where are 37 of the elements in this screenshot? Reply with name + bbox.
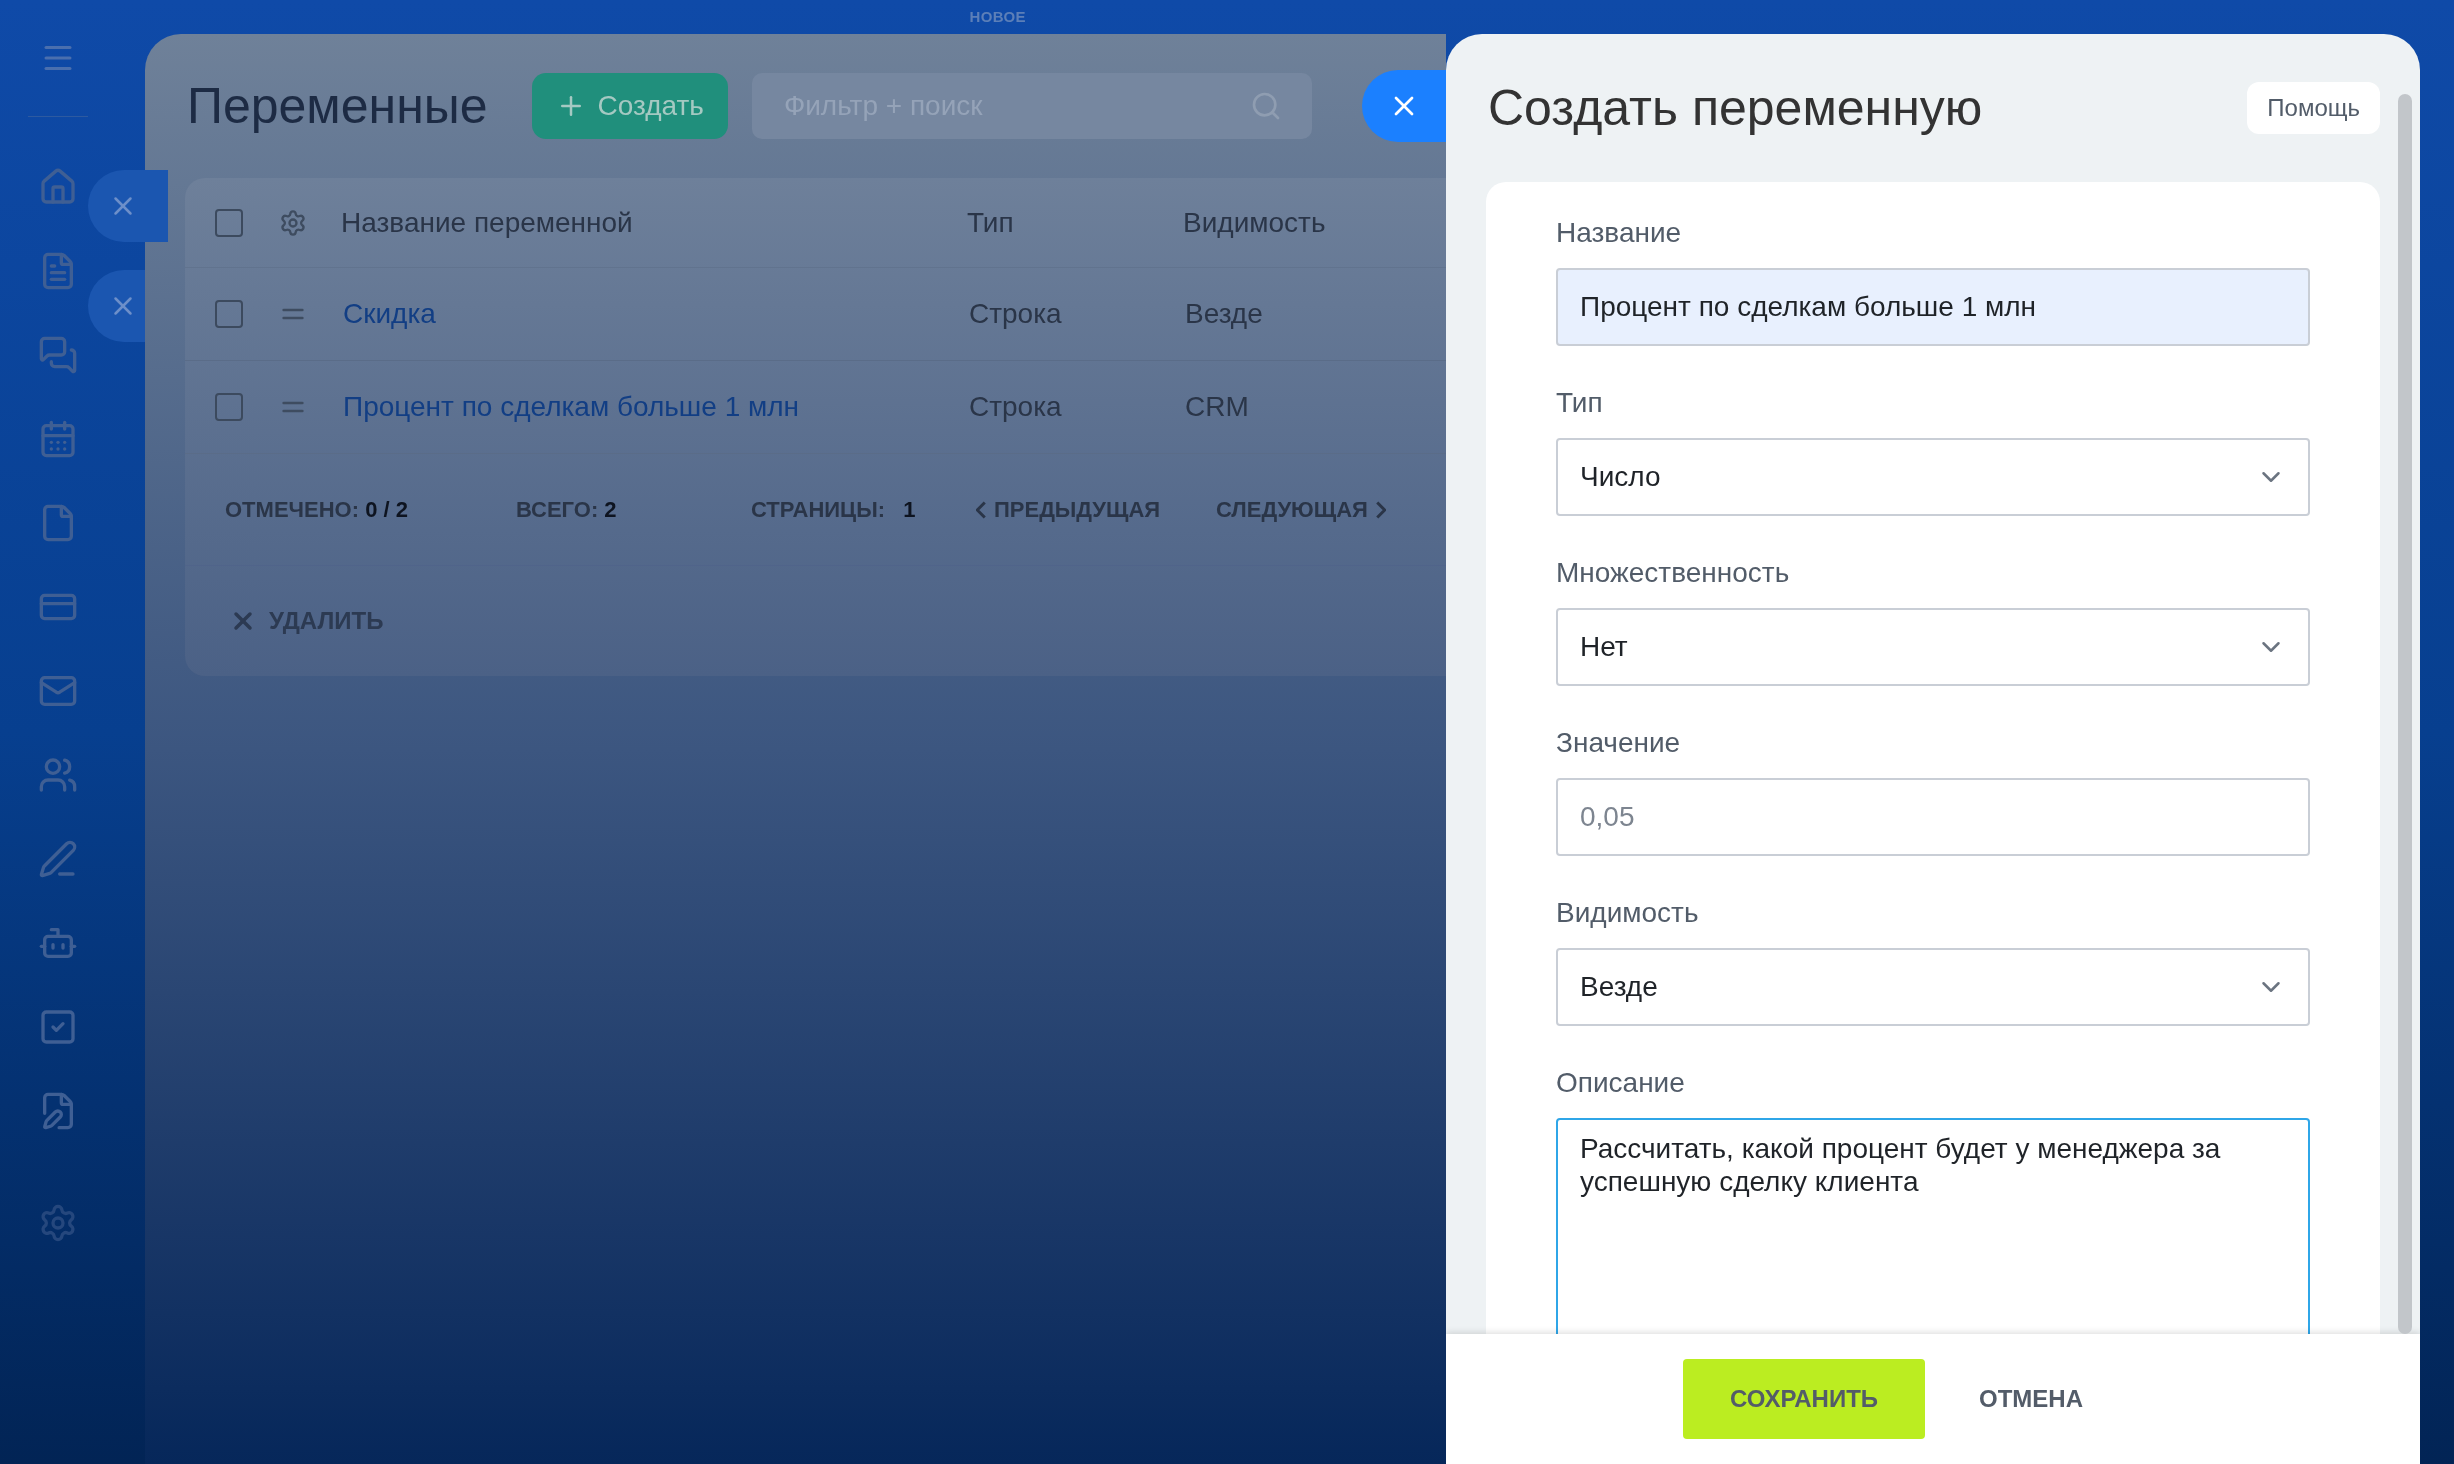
close-tab[interactable] bbox=[88, 270, 145, 342]
chevron-right-icon bbox=[1375, 500, 1386, 519]
table-cell-text: Строка bbox=[969, 297, 1063, 331]
marked-count: ОТМЕЧЕНО: 0 / 2 bbox=[225, 496, 409, 524]
close-button[interactable] bbox=[1362, 70, 1446, 142]
column-header: Название переменной bbox=[341, 205, 634, 240]
field-label: Название bbox=[1556, 216, 1683, 250]
total-count: ВСЕГО: 2 bbox=[516, 496, 618, 524]
save-button[interactable]: СОХРАНИТЬ bbox=[1683, 1359, 1925, 1439]
text-field[interactable]: Процент по сделкам больше 1 млн bbox=[1556, 268, 2310, 346]
column-header: Видимость bbox=[1183, 205, 1326, 240]
textarea-field[interactable]: Рассчитать, какой процент будет у менеджера за успешную сделку клиента bbox=[1556, 1118, 2310, 1334]
page-title: Переменные bbox=[187, 76, 488, 136]
checkbox[interactable] bbox=[215, 300, 243, 328]
checkbox[interactable] bbox=[215, 208, 243, 237]
close-tab[interactable] bbox=[88, 170, 168, 242]
field-label: Видимость bbox=[1556, 896, 1700, 930]
field-label: Описание bbox=[1556, 1066, 1686, 1100]
column-header: Тип bbox=[967, 205, 1015, 240]
top-label: НОВОЕ bbox=[969, 6, 1026, 27]
table-cell-text: Строка bbox=[969, 390, 1063, 424]
table-cell-text: Везде bbox=[1185, 297, 1263, 331]
help-button[interactable]: Помощь bbox=[2247, 82, 2380, 134]
pages-count: СТРАНИЦЫ: 1 bbox=[751, 496, 917, 524]
select-field[interactable]: Везде bbox=[1556, 948, 2310, 1026]
select-field[interactable]: Нет bbox=[1556, 608, 2310, 686]
form-title: Создать переменную bbox=[1488, 78, 1983, 138]
cancel-button[interactable]: ОТМЕНА bbox=[1959, 1359, 2103, 1439]
field-label: Значение bbox=[1556, 726, 1682, 760]
gear-icon[interactable] bbox=[279, 208, 307, 237]
field-label: Множественность bbox=[1556, 556, 1791, 590]
text-field[interactable]: 0,05 bbox=[1556, 778, 2310, 856]
table-cell-text: CRM bbox=[1185, 390, 1249, 424]
checkbox[interactable] bbox=[215, 393, 243, 421]
select-field[interactable]: Число bbox=[1556, 438, 2310, 516]
field-label: Тип bbox=[1556, 386, 1604, 420]
chevron-left-icon bbox=[976, 500, 986, 519]
